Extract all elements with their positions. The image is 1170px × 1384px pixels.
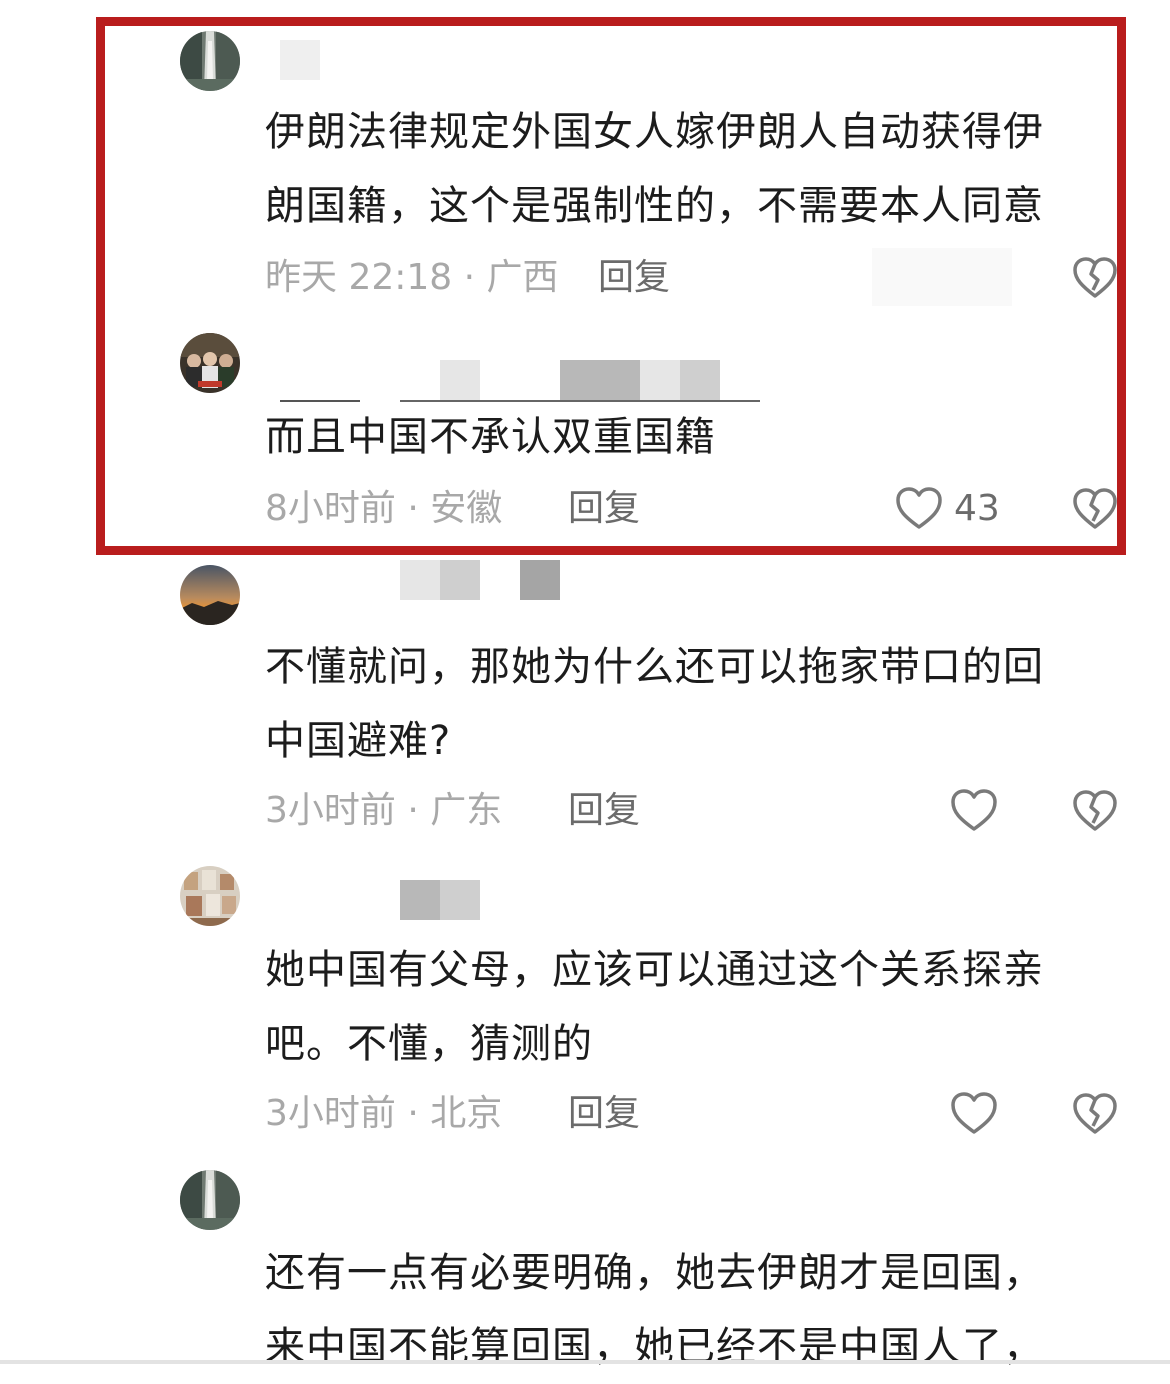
user-avatar[interactable] <box>180 1170 240 1230</box>
username-blurred[interactable] <box>280 360 760 400</box>
reply-button[interactable]: 回复 <box>568 1092 640 1136</box>
broken-heart-icon[interactable] <box>1072 1092 1118 1136</box>
heart-icon[interactable] <box>950 1091 998 1135</box>
broken-heart-icon[interactable] <box>1072 487 1118 531</box>
comment-meta: 3小时前 · 北京 <box>265 1093 503 1134</box>
username-blurred[interactable] <box>400 560 560 600</box>
comment-text: 她中国有父母，应该可以通过这个关系探亲 吧。不懂，猜测的 <box>265 947 1044 1067</box>
user-avatar[interactable] <box>180 333 240 393</box>
username-blurred[interactable] <box>280 40 320 80</box>
like-count: 43 <box>954 488 1000 529</box>
comment-text: 不懂就问，那她为什么还可以拖家带口的回 中国避难? <box>265 644 1044 764</box>
comment-meta: 昨天 22:18 · 广西 <box>265 257 559 298</box>
user-avatar[interactable] <box>180 31 240 91</box>
reply-button[interactable]: 回复 <box>598 256 670 300</box>
broken-heart-icon[interactable] <box>1072 256 1118 300</box>
reply-button[interactable]: 回复 <box>568 789 640 833</box>
heart-icon[interactable] <box>895 486 943 530</box>
username-blurred[interactable] <box>400 880 480 920</box>
user-avatar[interactable] <box>180 866 240 926</box>
comment-text: 伊朗法律规定外国女人嫁伊朗人自动获得伊 朗国籍，这个是强制性的，不需要本人同意 <box>265 109 1044 229</box>
comment-text: 而且中国不承认双重国籍 <box>265 414 716 460</box>
comment-meta: 8小时前 · 安徽 <box>265 488 503 529</box>
heart-icon[interactable] <box>950 788 998 832</box>
bottom-divider <box>0 1360 1170 1364</box>
user-avatar[interactable] <box>180 565 240 625</box>
comment-meta: 3小时前 · 广东 <box>265 790 503 831</box>
like-area-blurred <box>872 248 1012 306</box>
broken-heart-icon[interactable] <box>1072 789 1118 833</box>
reply-button[interactable]: 回复 <box>568 487 640 531</box>
